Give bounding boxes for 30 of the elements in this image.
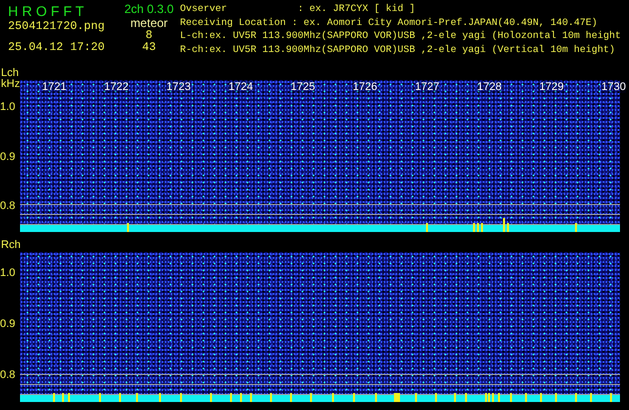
- info-line: L-ch:ex. UV5R 113.900Mhz(SAPPORO VOR)USB ,2-ele yagi (Holozontal 10m height: [180, 29, 621, 42]
- frequency-label: 1724: [228, 81, 253, 93]
- version-label: 2ch 0.3.0: [124, 2, 174, 16]
- meteor-label: meteor: [130, 16, 168, 30]
- info-line: Receiving Location : ex. Aomori City Aomori-Pref.JAPAN(40.49N, 140.47E): [180, 16, 598, 29]
- axis-label: 1.0: [0, 267, 16, 279]
- frequency-label: 1725: [290, 81, 316, 93]
- axis-label: 0.9: [0, 318, 16, 330]
- frequency-label: 1728: [477, 81, 502, 93]
- info-line: R-ch:ex. UV5R 113.900Mhz(SAPPORO VOR)USB ,2-ele yagi (Vertical 10m height): [180, 42, 616, 56]
- axis-label: 1.0: [0, 101, 16, 114]
- filename: 2504121720.png: [8, 20, 106, 34]
- frequency-label: 1727: [414, 81, 440, 93]
- channel-label: Rch: [1, 240, 21, 251]
- meteor-count: 43: [142, 42, 156, 54]
- axis-label: 0.8: [0, 200, 16, 212]
- channel-label: Lch: [1, 68, 20, 79]
- app-title: H R O F F T: [8, 2, 85, 20]
- frequency-label: 1721: [42, 81, 66, 93]
- axis-label: 0.9: [0, 150, 16, 163]
- info-line: Ovserver : ex. JR7CYX [ kid ]: [180, 2, 416, 16]
- frequency-label: 1723: [166, 81, 191, 93]
- meteor-count: 8: [146, 30, 152, 42]
- frequency-label: 1729: [539, 81, 564, 93]
- frequency-label: 1726: [352, 81, 378, 93]
- frequency-label: 1722: [104, 81, 129, 93]
- axis-label: 0.8: [0, 369, 16, 381]
- unit-label: kHz: [1, 79, 20, 90]
- frequency-label: 1730: [601, 81, 626, 93]
- timestamp: 25.04.12 17:20: [8, 41, 106, 55]
